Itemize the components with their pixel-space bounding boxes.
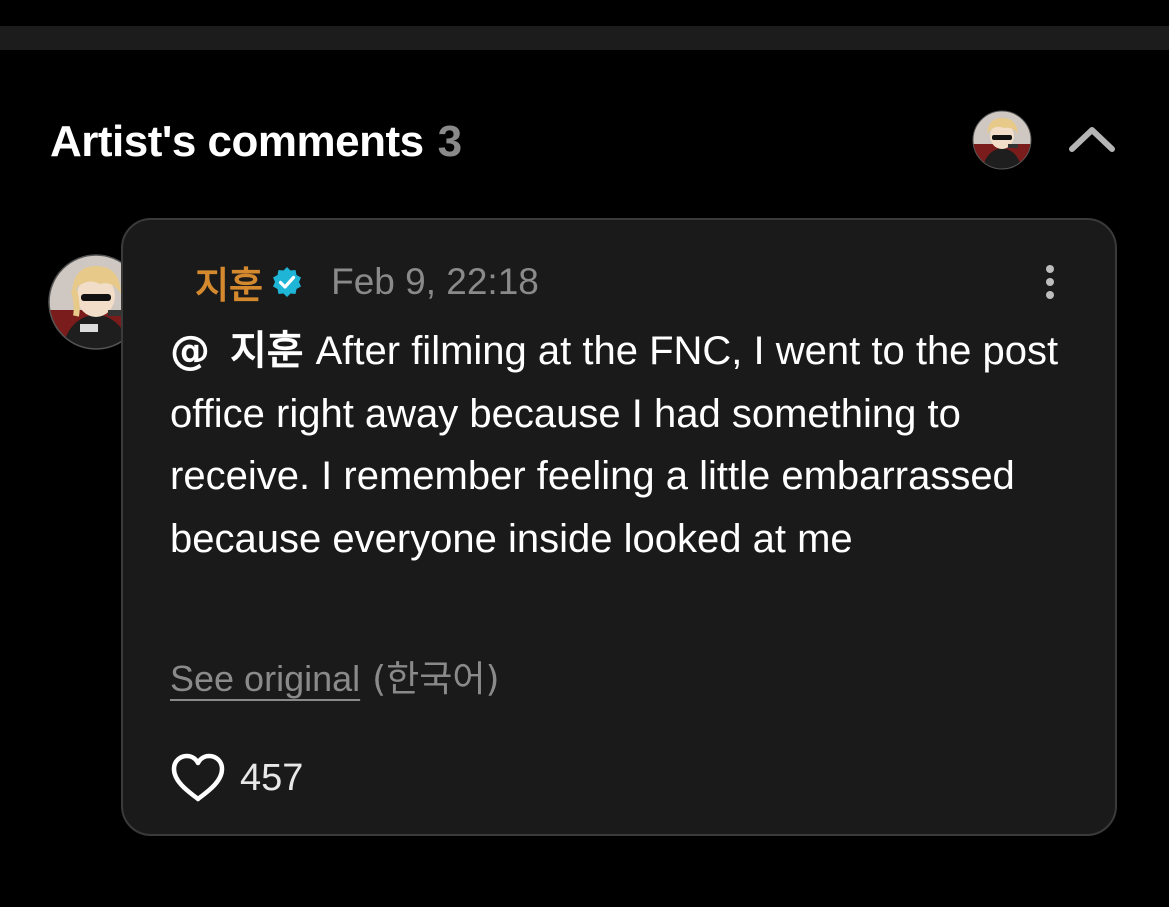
mention-name[interactable]: 지훈 [230,328,304,374]
see-original-row: See original (한국어) [170,650,500,702]
see-original-link[interactable]: See original [170,658,360,700]
like-row: 457 [170,750,303,806]
chevron-up-icon [1069,127,1115,152]
verified-badge-icon [271,266,303,298]
more-vertical-icon [1046,265,1054,273]
section-header: Artist's comments 3 [50,112,462,172]
like-count: 457 [240,756,304,799]
header-artist-avatar[interactable] [972,110,1032,170]
author-name[interactable]: 지훈 [195,255,263,309]
more-options-button[interactable] [1035,258,1065,306]
comment-card: 지훈 Feb 9, 22:18 @ 지훈 After filming at the … [121,218,1117,836]
heart-icon [171,753,225,802]
comment-timestamp: Feb 9, 22:18 [331,261,539,302]
mention-symbol: @ [170,328,210,374]
collapse-button[interactable] [1064,114,1120,164]
comment-meta: 지훈 Feb 9, 22:18 [195,255,539,309]
more-vertical-icon-dot [1046,291,1054,299]
more-vertical-icon-dot [1046,278,1054,286]
top-divider-bar [0,26,1169,50]
section-title: Artist's comments [50,117,424,166]
comment-count: 3 [437,117,462,166]
like-button[interactable] [170,750,226,806]
original-language-label: (한국어) [372,659,500,700]
comment-text: @ 지훈 After filming at the FNC, I went to t… [170,320,1070,570]
